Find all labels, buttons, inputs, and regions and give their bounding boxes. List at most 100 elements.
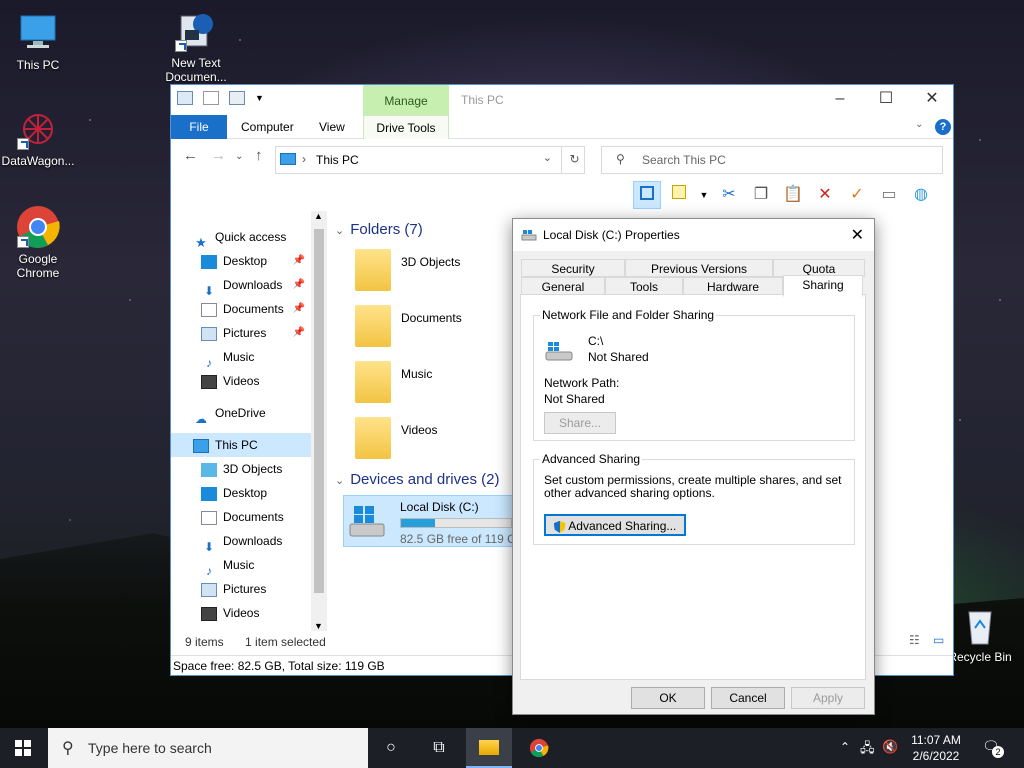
up-arrow-icon[interactable]: ↑ <box>255 147 263 164</box>
pictures-icon <box>201 326 217 341</box>
nav-item-music-pc[interactable]: ♪ Music <box>201 553 307 578</box>
tab-computer[interactable]: Computer <box>231 115 304 139</box>
dialog-title-bar: Local Disk (C:) Properties ✕ <box>513 219 874 251</box>
tab-file[interactable]: File <box>171 115 227 139</box>
new-folder-icon[interactable] <box>229 91 245 105</box>
desktop-icon-this-pc[interactable]: This PC <box>0 10 76 72</box>
desktop-icon-new-text-document[interactable]: New Text Documen... <box>158 8 234 84</box>
tab-security[interactable]: Security <box>521 259 625 277</box>
back-arrow-icon[interactable]: ← <box>183 147 198 164</box>
properties-icon[interactable] <box>203 91 219 105</box>
taskbar-clock[interactable]: 11:07 AM 2/6/2022 <box>906 732 966 764</box>
scroll-up-icon[interactable]: ▲ <box>314 211 323 221</box>
folder-3d-objects[interactable]: 3D Objects <box>355 247 505 297</box>
tab-previous-versions[interactable]: Previous Versions <box>625 259 773 277</box>
nav-item-desktop-pc[interactable]: Desktop <box>201 481 307 505</box>
nav-item-music[interactable]: ♪ Music <box>201 345 307 370</box>
toolbar-dropdown-icon[interactable]: ▼ <box>697 181 711 209</box>
desktop-icon <box>201 254 217 269</box>
task-view-icon[interactable]: ⧉ <box>416 728 462 768</box>
nav-item-downloads[interactable]: ⬇ Downloads 📌 <box>201 273 307 298</box>
help-icon[interactable]: ? <box>935 119 951 135</box>
devices-header-label: Devices and drives (2) <box>350 471 500 488</box>
delete-icon[interactable]: ✕ <box>811 181 839 209</box>
taskbar-file-explorer[interactable] <box>466 728 512 768</box>
3d-objects-icon <box>201 462 217 477</box>
scroll-down-icon[interactable]: ▼ <box>314 621 323 631</box>
tab-tools[interactable]: Tools <box>605 277 683 295</box>
computer-icon <box>177 91 193 105</box>
recent-locations-icon[interactable]: ⌄ <box>235 151 243 162</box>
drive-local-disk-c[interactable]: Local Disk (C:) 82.5 GB free of 119 GB <box>343 495 523 547</box>
tab-view[interactable]: View <box>309 115 355 139</box>
folder-music[interactable]: Music <box>355 359 505 409</box>
close-icon[interactable]: ✕ <box>851 225 864 245</box>
map-drive-icon[interactable]: ▭ <box>875 181 903 209</box>
status-item-count: 9 items <box>185 635 224 649</box>
show-hidden-icons-icon[interactable]: ⌃ <box>840 740 850 754</box>
nav-item-videos-pc[interactable]: Videos <box>201 601 307 625</box>
folder-icon <box>355 417 391 459</box>
folder-videos[interactable]: Videos <box>355 415 505 465</box>
drive-free-space: 82.5 GB free of 119 GB <box>400 532 518 546</box>
close-icon[interactable]: ✕ <box>909 85 955 115</box>
film-icon <box>201 606 217 621</box>
forward-arrow-icon[interactable]: → <box>211 147 226 164</box>
cortana-icon[interactable]: ○ <box>368 728 414 768</box>
nav-item-pictures[interactable]: Pictures 📌 <box>201 321 307 345</box>
apply-button[interactable]: Apply <box>791 687 865 709</box>
taskbar-search-box[interactable]: ⚲ Type here to search <box>48 728 368 768</box>
properties-icon[interactable] <box>665 181 693 209</box>
maximize-icon[interactable]: ☐ <box>863 85 909 115</box>
cancel-button[interactable]: Cancel <box>711 687 785 709</box>
folders-group-header[interactable]: ⌄ Folders (7) <box>335 221 423 238</box>
share-button[interactable]: Share... <box>544 412 616 434</box>
start-button[interactable] <box>0 728 46 768</box>
tab-general[interactable]: General <box>521 277 605 295</box>
desktop-icon-datawagon[interactable]: DataWagon... <box>0 106 76 168</box>
folder-icon <box>355 305 391 347</box>
tab-manage[interactable]: Manage <box>363 85 449 115</box>
volume-muted-icon[interactable]: 🔇 <box>882 739 898 755</box>
scrollbar-thumb[interactable] <box>314 229 324 593</box>
details-view-icon[interactable]: ☷ <box>909 633 920 647</box>
desktop-icon-google-chrome[interactable]: Google Chrome <box>0 204 76 280</box>
network-location-icon[interactable]: ◍ <box>907 181 935 209</box>
advanced-sharing-button[interactable]: Advanced Sharing... <box>544 514 686 536</box>
nav-scrollbar[interactable]: ▲ ▼ <box>311 211 327 631</box>
nav-item-this-pc[interactable]: This PC <box>171 433 311 457</box>
ok-button[interactable]: OK <box>631 687 705 709</box>
expand-ribbon-icon[interactable]: ⌄ <box>915 119 923 130</box>
pictures-icon <box>201 582 217 597</box>
tab-hardware[interactable]: Hardware <box>683 277 783 295</box>
refresh-icon[interactable]: ↻ <box>561 146 587 174</box>
network-icon[interactable]: 🖧 <box>860 739 875 761</box>
advanced-sharing-label: Advanced Sharing <box>540 452 643 466</box>
minimize-icon[interactable]: – <box>817 85 863 115</box>
hard-drive-icon <box>545 342 573 361</box>
preview-pane-icon[interactable] <box>633 181 661 209</box>
search-input[interactable]: ⚲ Search This PC <box>601 146 943 174</box>
nav-item-documents[interactable]: Documents 📌 <box>201 297 307 321</box>
nav-item-pictures-pc[interactable]: Pictures <box>201 577 307 601</box>
folder-documents[interactable]: Documents <box>355 303 505 353</box>
rename-icon[interactable]: ✓ <box>843 181 871 209</box>
nav-item-documents-pc[interactable]: Documents <box>201 505 307 529</box>
paste-icon[interactable]: 📋 <box>779 181 807 209</box>
tab-sharing[interactable]: Sharing <box>783 275 863 297</box>
nav-item-desktop[interactable]: Desktop 📌 <box>201 249 307 273</box>
taskbar-chrome[interactable] <box>516 728 562 768</box>
nav-item-videos[interactable]: Videos <box>201 369 307 393</box>
copy-icon[interactable]: ❐ <box>747 181 775 209</box>
devices-group-header[interactable]: ⌄ Devices and drives (2) <box>335 471 499 488</box>
customize-dropdown-icon[interactable]: ▼ <box>255 93 264 103</box>
pin-icon: 📌 <box>292 303 305 314</box>
nav-item-3d-objects[interactable]: 3D Objects <box>201 457 307 481</box>
address-bar[interactable]: › This PC ⌄ <box>275 146 585 174</box>
nav-item-downloads-pc[interactable]: ⬇ Downloads <box>201 529 307 554</box>
address-dropdown-icon[interactable]: ⌄ <box>543 151 552 164</box>
large-icons-view-icon[interactable]: ▭ <box>933 633 944 647</box>
tab-drive-tools[interactable]: Drive Tools <box>363 115 449 139</box>
notification-center-icon[interactable]: 🗨 2 <box>982 738 1004 758</box>
cut-icon[interactable]: ✂ <box>715 181 743 209</box>
